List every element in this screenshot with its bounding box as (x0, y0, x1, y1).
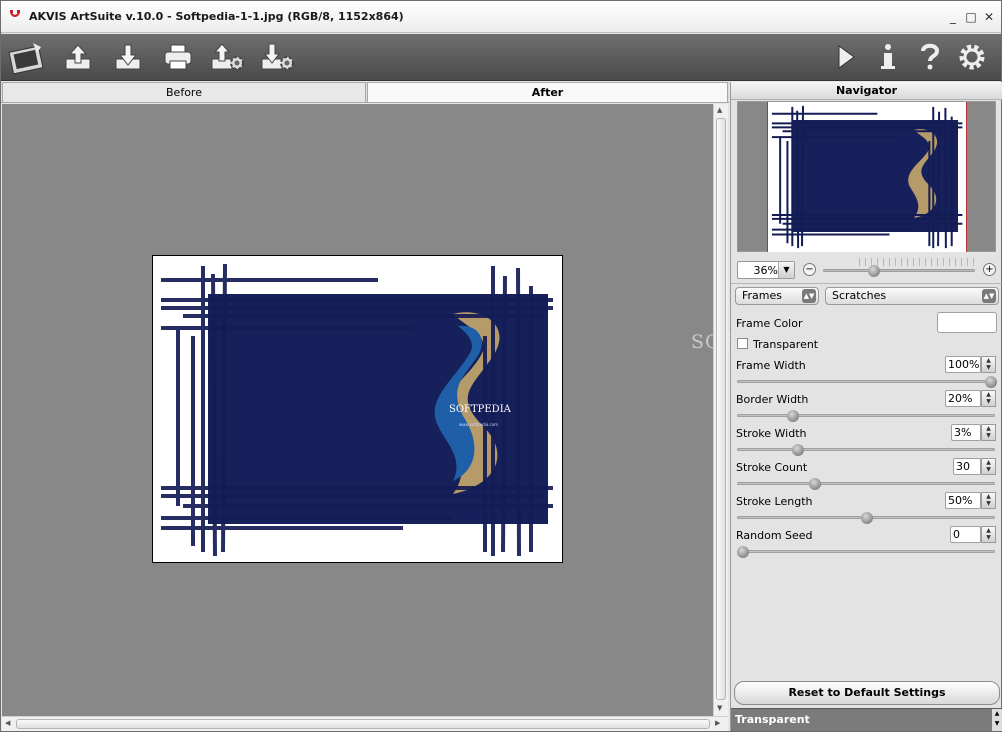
settings-icon[interactable] (953, 38, 991, 76)
param-slider-handle[interactable] (861, 512, 873, 524)
style-dropdown[interactable]: Scratches ▲▼ (825, 287, 999, 305)
spinner-arrows-icon[interactable]: ▲ ▼ (981, 458, 996, 475)
settings-panel: Navigator 36% ▼ − + Frames ▲▼ Scratches … (730, 82, 1002, 731)
import-preset-icon[interactable] (209, 38, 247, 76)
zoom-slider-handle[interactable] (868, 265, 880, 277)
param-label: Stroke Count (736, 461, 808, 474)
horizontal-scrollbar[interactable]: ◀ ▶ (2, 716, 728, 731)
param-spinner[interactable]: 3% ▲ ▼ (951, 424, 996, 441)
zoom-in-icon[interactable]: + (983, 263, 996, 276)
zoom-out-icon[interactable]: − (803, 263, 816, 276)
app-window: AKVIS ArtSuite v.10.0 - Softpedia-1-1.jp… (0, 0, 1002, 732)
param-label: Random Seed (736, 529, 813, 542)
title-bar: AKVIS ArtSuite v.10.0 - Softpedia-1-1.jp… (1, 1, 1001, 33)
scroll-up-icon[interactable]: ▲ (717, 106, 722, 114)
scroll-down-icon[interactable]: ▼ (717, 704, 722, 712)
param-label: Border Width (736, 393, 809, 406)
style-dropdown-value: Scratches (832, 289, 887, 302)
param-slider[interactable] (737, 550, 995, 553)
navigator-preview[interactable] (737, 101, 996, 252)
view-tabs: Before After (1, 82, 729, 103)
app-logo-icon[interactable] (5, 38, 49, 76)
effect-dropdown-value: Frames (742, 289, 783, 302)
param-slider-handle[interactable] (737, 546, 749, 558)
export-preset-icon[interactable] (259, 38, 297, 76)
spinner-arrows-icon[interactable]: ▲ ▼ (981, 390, 996, 407)
chevron-down-icon: ▲▼ (982, 289, 996, 303)
close-icon[interactable]: ✕ (981, 9, 997, 25)
effect-dropdown[interactable]: Frames ▲▼ (735, 287, 819, 305)
transparent-checkbox[interactable] (737, 338, 748, 349)
scroll-right-icon[interactable]: ▶ (715, 719, 720, 727)
status-bar: Transparent ▲ ▼ (731, 708, 1002, 731)
spinner-arrows-icon[interactable]: ▲ ▼ (981, 492, 996, 509)
param-spinner[interactable]: 0 ▲ ▼ (950, 526, 996, 543)
status-text: Transparent (735, 713, 810, 726)
param-slider[interactable] (737, 414, 995, 417)
result-image: SOFTPEDIA www.softpedia.com (152, 255, 563, 563)
param-value: 0 (953, 528, 960, 541)
zoom-ticks (859, 258, 979, 266)
tab-after[interactable]: After (367, 82, 728, 103)
reset-button[interactable]: Reset to Default Settings (734, 681, 1000, 705)
scroll-left-icon[interactable]: ◀ (5, 719, 10, 727)
frame-color-swatch[interactable] (937, 312, 997, 333)
vertical-scroll-thumb[interactable] (716, 118, 726, 700)
param-label: Frame Width (736, 359, 806, 372)
param-slider[interactable] (737, 482, 995, 485)
divider (731, 283, 1002, 284)
horizontal-scroll-thumb[interactable] (16, 719, 710, 729)
param-value: 100% (948, 358, 980, 371)
param-value: 3% (954, 426, 972, 439)
minimize-icon[interactable]: _ (945, 9, 961, 25)
param-slider-handle[interactable] (786, 410, 799, 422)
info-icon[interactable] (869, 38, 907, 76)
image-url: www.softpedia.com (459, 422, 499, 427)
spinner-arrows-icon[interactable]: ▲ ▼ (981, 526, 996, 543)
maximize-icon[interactable]: □ (963, 9, 979, 25)
window-title: AKVIS ArtSuite v.10.0 - Softpedia-1-1.jp… (29, 10, 404, 23)
navigator-thumbnail (767, 102, 967, 252)
transparent-label: Transparent (753, 338, 819, 351)
param-spinner[interactable]: 20% ▲ ▼ (945, 390, 996, 407)
chevron-down-icon[interactable]: ▼ (778, 262, 794, 278)
param-slider[interactable] (737, 380, 995, 383)
tab-before[interactable]: Before (2, 82, 366, 103)
param-value: 20% (948, 392, 973, 405)
param-slider[interactable] (737, 448, 995, 451)
param-slider-handle[interactable] (985, 376, 997, 388)
print-icon[interactable] (159, 38, 197, 76)
param-value: 30 (956, 460, 970, 473)
param-label: Stroke Length (736, 495, 813, 508)
spinner-arrows-icon[interactable]: ▲ ▼ (981, 424, 996, 441)
status-scrollbar[interactable]: ▲ ▼ (992, 709, 1002, 731)
param-label: Stroke Width (736, 427, 807, 440)
image-canvas[interactable]: SOFTPEDIA www.softpedia.com (2, 104, 713, 716)
param-spinner[interactable]: 50% ▲ ▼ (945, 492, 996, 509)
open-icon[interactable] (59, 38, 97, 76)
zoom-value: 36% (753, 264, 778, 277)
toolbar (1, 34, 1001, 81)
param-spinner[interactable]: 100% ▲ ▼ (945, 356, 996, 373)
save-icon[interactable] (109, 38, 147, 76)
zoom-slider[interactable] (823, 269, 975, 272)
spinner-arrows-icon[interactable]: ▲ ▼ (981, 356, 996, 373)
vertical-scrollbar[interactable]: ▲ ▼ (713, 104, 728, 716)
param-spinner[interactable]: 30 ▲ ▼ (953, 458, 996, 475)
param-slider-handle[interactable] (808, 478, 821, 490)
image-caption: SOFTPEDIA (449, 404, 511, 415)
chevron-down-icon: ▲▼ (802, 289, 816, 303)
frame-color-label: Frame Color (736, 317, 803, 330)
zoom-select[interactable]: 36% ▼ (737, 261, 795, 279)
help-icon[interactable] (911, 38, 949, 76)
run-icon[interactable] (827, 38, 865, 76)
param-slider-handle[interactable] (791, 444, 804, 456)
param-value: 50% (948, 494, 973, 507)
akvis-logo-icon (10, 10, 20, 17)
navigator-title: Navigator (731, 82, 1002, 100)
